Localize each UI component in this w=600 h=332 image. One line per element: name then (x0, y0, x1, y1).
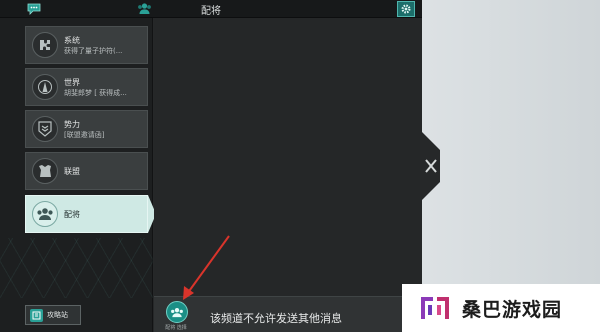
channel-name: 配将 (64, 209, 80, 219)
channel-name: 联盟 (64, 166, 80, 176)
team-select-label: 配将 选择 (165, 325, 187, 331)
channel-name: 系统 (64, 35, 80, 45)
watermark: 桑巴游戏园 (402, 284, 600, 332)
channel-tab-world[interactable]: 世界 胡斐郎梦 [ 获得成... (25, 68, 148, 106)
team-icon (32, 201, 58, 227)
team-select-icon[interactable] (166, 301, 188, 323)
puzzle-icon (32, 32, 58, 58)
red-arrow-annotation (183, 235, 230, 300)
channel-name: 世界 (64, 77, 80, 87)
sangba-logo-icon (418, 293, 452, 323)
channel-tab-faction[interactable]: 势力 [联盟邀请函] (25, 110, 148, 148)
globe-figure-icon (32, 74, 58, 100)
channel-preview: 胡斐郎梦 [ 获得成... (64, 88, 127, 97)
channel-tab-alliance[interactable]: 联盟 (25, 152, 148, 190)
top-bar: 配将 (0, 0, 422, 18)
book-icon (30, 308, 43, 322)
armor-icon (32, 158, 58, 184)
guide-button[interactable]: 攻略站 (25, 305, 81, 325)
guide-button-label: 攻略站 (47, 311, 68, 319)
channel-preview: [联盟邀请函] (64, 130, 105, 139)
hex-decoration (0, 238, 153, 298)
page-title: 配将 (201, 6, 221, 17)
channel-tab-general-match[interactable]: 配将 (25, 195, 148, 233)
channel-restriction-notice: 该频道不允许发送其他消息 (210, 312, 342, 325)
gear-icon[interactable] (397, 1, 415, 17)
shield-rank-icon (32, 116, 58, 142)
collapse-panel-button[interactable] (420, 130, 442, 202)
channel-tab-system[interactable]: 系统 获得了量子护符(... (25, 26, 148, 64)
channel-preview: 获得了量子护符(... (64, 46, 123, 55)
watermark-text: 桑巴游戏园 (462, 298, 563, 321)
channel-name: 势力 (64, 119, 80, 129)
